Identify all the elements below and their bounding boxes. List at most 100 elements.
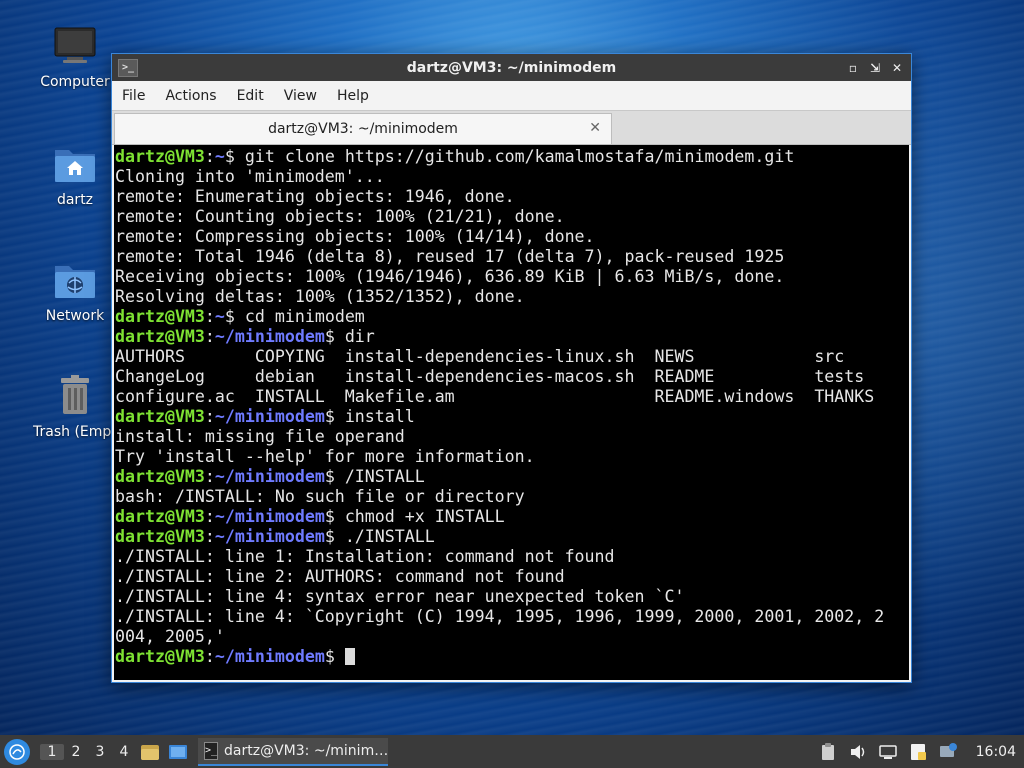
taskbar-task-terminal[interactable]: >_ dartz@VM3: ~/minim… [198, 737, 388, 766]
prompt-command: git clone https://github.com/kamalmostaf… [234, 147, 795, 166]
prompt-path: ~/minimodem [214, 467, 325, 486]
terminal-output-line: install: missing file operand [115, 427, 405, 446]
prompt-command: dir [334, 327, 375, 346]
terminal-output-line: ./INSTALL: line 4: syntax error near une… [115, 587, 685, 606]
app-menu-button[interactable] [4, 738, 30, 765]
workspace-1[interactable]: 1 [40, 743, 64, 760]
terminal-output-line: remote: Compressing objects: 100% (14/14… [115, 227, 595, 246]
terminal-output-line: configure.ac INSTALL Makefile.am README.… [115, 387, 875, 406]
home-folder-icon [55, 150, 95, 182]
clipboard-icon[interactable] [818, 742, 838, 762]
terminal-output-line: AUTHORS COPYING install-dependencies-lin… [115, 347, 845, 366]
menu-help[interactable]: Help [327, 88, 379, 104]
prompt-separator: : [204, 407, 215, 426]
notes-icon[interactable] [908, 742, 928, 762]
terminal-prompt-line: dartz@VM3:~/minimodem$ dir [115, 327, 909, 347]
prompt-symbol: $ [324, 407, 335, 426]
prompt-user: dartz@VM3 [115, 647, 205, 666]
terminal-output-line: remote: Total 1946 (delta 8), reused 17 … [115, 247, 785, 266]
terminal-output-line: Try 'install --help' for more informatio… [115, 447, 535, 466]
tab-title: dartz@VM3: ~/minimodem [268, 121, 458, 137]
prompt-command [335, 647, 345, 666]
prompt-separator: : [204, 327, 215, 346]
volume-icon[interactable] [848, 742, 868, 762]
minimize-icon[interactable]: ▫ [845, 60, 861, 76]
prompt-command: chmod +x INSTALL [334, 507, 505, 526]
prompt-user: dartz@VM3 [115, 307, 205, 326]
task-label: dartz@VM3: ~/minim… [224, 742, 388, 759]
workspace-3[interactable]: 3 [88, 744, 112, 760]
prompt-separator: : [204, 147, 215, 166]
terminal-prompt-line: dartz@VM3:~$ git clone https://github.co… [115, 147, 909, 167]
terminal-output-line: Receiving objects: 100% (1946/1946), 636… [115, 267, 785, 286]
prompt-symbol: $ [324, 647, 335, 666]
prompt-command: ./INSTALL [334, 527, 435, 546]
prompt-separator: : [204, 647, 215, 666]
window-title: dartz@VM3: ~/minimodem [406, 59, 617, 76]
terminal-app-icon[interactable]: >_ [118, 58, 138, 77]
menu-edit[interactable]: Edit [227, 88, 274, 104]
menu-actions[interactable]: Actions [155, 88, 226, 104]
terminal-app-icon: >_ [204, 741, 219, 760]
workspace-2[interactable]: 2 [64, 744, 88, 760]
prompt-path: ~/minimodem [214, 327, 325, 346]
prompt-path: ~ [214, 147, 225, 166]
tab-terminal[interactable]: dartz@VM3: ~/minimodem ✕ [114, 113, 612, 144]
terminal-output-line: Cloning into 'minimodem'... [115, 167, 385, 186]
prompt-separator: : [204, 507, 215, 526]
terminal-prompt-line: dartz@VM3:~/minimodem$ chmod +x INSTALL [115, 507, 909, 527]
prompt-symbol: $ [324, 467, 335, 486]
prompt-user: dartz@VM3 [115, 467, 205, 486]
desktop-icon-label: Network [45, 308, 105, 324]
file-manager-icon[interactable] [139, 741, 161, 763]
desktop-icon-label: dartz [56, 192, 94, 208]
prompt-symbol: $ [324, 327, 335, 346]
prompt-symbol: $ [324, 507, 335, 526]
prompt-path: ~/minimodem [214, 647, 325, 666]
prompt-user: dartz@VM3 [115, 527, 205, 546]
prompt-symbol: $ [224, 307, 235, 326]
prompt-separator: : [204, 307, 215, 326]
terminal-output-line: 004, 2005,' [115, 627, 225, 646]
maximize-icon[interactable]: ⇲ [867, 60, 883, 76]
close-icon[interactable]: ✕ [889, 60, 905, 76]
menu-view[interactable]: View [274, 88, 327, 104]
menu-file[interactable]: File [112, 88, 155, 104]
menu-bar: File Actions Edit View Help [112, 81, 911, 110]
network-icon[interactable] [878, 742, 898, 762]
window-titlebar[interactable]: >_ dartz@VM3: ~/minimodem ▫ ⇲ ✕ [112, 54, 911, 81]
terminal-prompt-line: dartz@VM3:~/minimodem$ [115, 647, 909, 667]
prompt-user: dartz@VM3 [115, 407, 205, 426]
computer-icon [54, 27, 96, 63]
prompt-path: ~ [214, 307, 225, 326]
terminal-prompt-line: dartz@VM3:~/minimodem$ ./INSTALL [115, 527, 909, 547]
prompt-command: cd minimodem [234, 307, 365, 326]
terminal-prompt-line: dartz@VM3:~$ cd minimodem [115, 307, 909, 327]
clock[interactable]: 16:04 [976, 744, 1016, 760]
prompt-symbol: $ [324, 527, 335, 546]
prompt-user: dartz@VM3 [115, 327, 205, 346]
tab-close-icon[interactable]: ✕ [589, 120, 601, 136]
prompt-separator: : [204, 467, 215, 486]
terminal-output[interactable]: dartz@VM3:~$ git clone https://github.co… [114, 145, 909, 680]
taskbar: 1 2 3 4 >_ dartz@VM3: ~/minim… 16:04 [0, 735, 1024, 768]
terminal-output-line: ./INSTALL: line 4: `Copyright (C) 1994, … [115, 607, 885, 626]
prompt-user: dartz@VM3 [115, 147, 205, 166]
desktop-icon-label: Computer [40, 74, 110, 90]
terminal-output-line: ChangeLog debian install-dependencies-ma… [115, 367, 865, 386]
workspace-4[interactable]: 4 [112, 744, 136, 760]
prompt-command: install [334, 407, 415, 426]
prompt-symbol: $ [224, 147, 235, 166]
update-notifier-icon[interactable] [938, 742, 958, 762]
terminal-cursor [344, 648, 355, 665]
desktop-icon-label: Trash (Empty) [33, 424, 117, 440]
show-desktop-icon[interactable] [167, 741, 189, 763]
terminal-output-line: ./INSTALL: line 1: Installation: command… [115, 547, 615, 566]
terminal-prompt-line: dartz@VM3:~/minimodem$ /INSTALL [115, 467, 909, 487]
prompt-user: dartz@VM3 [115, 507, 205, 526]
terminal-window: >_ dartz@VM3: ~/minimodem ▫ ⇲ ✕ File Act… [111, 53, 912, 683]
terminal-output-line: remote: Counting objects: 100% (21/21), … [115, 207, 565, 226]
trash-icon [61, 375, 89, 414]
tab-bar: dartz@VM3: ~/minimodem ✕ [112, 110, 911, 145]
prompt-path: ~/minimodem [214, 507, 325, 526]
